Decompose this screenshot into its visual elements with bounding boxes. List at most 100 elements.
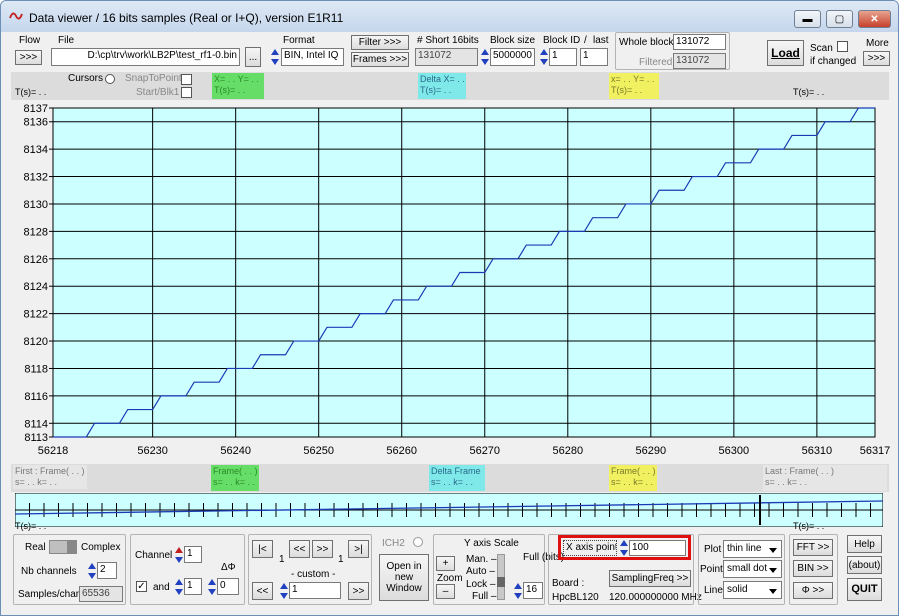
help-button[interactable]: Help: [847, 535, 882, 553]
cursor2-xy: x= . . Y= . .: [611, 74, 655, 84]
last-frame-title: Last : Frame( . . ): [765, 466, 835, 476]
overview-strip[interactable]: [15, 493, 883, 527]
nav-first-button[interactable]: |<: [252, 540, 273, 558]
and-label: and: [153, 582, 170, 593]
x-tick-label: 56218: [38, 445, 69, 457]
ich2-label: ICH2: [382, 538, 405, 549]
whole-block-field[interactable]: 131072: [673, 34, 726, 50]
custom-back-button[interactable]: <<: [252, 582, 273, 600]
close-button[interactable]: ✕: [858, 10, 891, 28]
point-label: Point: [700, 564, 723, 575]
quit-button[interactable]: QUIT: [847, 578, 882, 601]
format-field[interactable]: BIN, Intel IQ: [281, 48, 344, 66]
short16-field: 131072: [415, 48, 478, 66]
last-field[interactable]: 1: [580, 48, 608, 66]
cursor-t-left: T(s)= . .: [15, 87, 47, 97]
start-checkbox[interactable]: [181, 87, 192, 98]
frame2-title: Frame( . . ): [611, 466, 656, 476]
main-chart[interactable]: 56218 56230 56240 56250 56260 56270 56280 56290…: [1, 100, 898, 466]
xpoints-spinner[interactable]: [619, 539, 628, 557]
scan-checkbox[interactable]: [837, 41, 848, 52]
block-id-field[interactable]: 1: [549, 48, 577, 66]
window-title: Data viewer / 16 bits samples (Real or I…: [29, 11, 344, 25]
filter-button[interactable]: Filter >>>: [351, 35, 409, 50]
minimize-icon: ▬: [802, 13, 813, 25]
delta-x: Delta X= . .: [420, 74, 465, 84]
y-tick-label: 8116: [24, 391, 48, 403]
cursors-radio[interactable]: [105, 74, 115, 84]
custom-spinner[interactable]: [279, 582, 288, 600]
load-button[interactable]: Load: [767, 40, 804, 66]
start-label: Start/Blk1: [136, 87, 180, 98]
minimize-button[interactable]: ▬: [794, 10, 821, 28]
whole-block-label: Whole block: [619, 37, 674, 48]
x-tick-label: 56280: [552, 445, 583, 457]
snap-checkbox[interactable]: [181, 74, 192, 85]
y-tick-label: 8114: [24, 418, 48, 430]
and-checkbox[interactable]: ✓: [136, 581, 147, 592]
about-button[interactable]: (about): [847, 556, 882, 574]
channel-spinner[interactable]: [174, 546, 183, 564]
line-select[interactable]: solid: [723, 581, 782, 599]
nav-next-button[interactable]: >>: [312, 540, 333, 558]
cursor-t-right: T(s)= . .: [793, 87, 825, 97]
frames-button[interactable]: Frames >>>: [351, 52, 409, 67]
cursor1-xy: X= . . Y= . .: [214, 74, 259, 84]
open-window-button[interactable]: Open in new Window: [379, 554, 429, 601]
channel-field[interactable]: 1: [184, 546, 202, 563]
zoom-minus-button[interactable]: –: [436, 584, 455, 599]
sampling-freq-button[interactable]: SamplingFreq >>: [609, 570, 691, 587]
more-button[interactable]: >>>: [863, 51, 890, 66]
phi-button[interactable]: Φ >>: [793, 582, 833, 599]
maximize-icon: ▢: [834, 13, 845, 25]
ich2-radio[interactable]: [413, 537, 423, 547]
file-path-input[interactable]: D:\cp\trv\work\LB2P\test_rf1-0.bin: [51, 48, 240, 66]
plot-label: Plot: [704, 544, 722, 555]
maximize-button[interactable]: ▢: [826, 10, 853, 28]
and-spinner[interactable]: [174, 578, 183, 596]
format-label: Format: [283, 35, 315, 46]
complex-label: Complex: [81, 542, 121, 553]
point-select[interactable]: small dot: [723, 560, 782, 578]
xpoints-label: X axis points: [563, 540, 617, 556]
and-field[interactable]: 1: [184, 578, 202, 595]
plot-select[interactable]: thin line: [723, 540, 782, 558]
block-id-spinner[interactable]: [539, 48, 548, 66]
block-size-spinner[interactable]: [480, 48, 489, 66]
browse-button[interactable]: ...: [245, 47, 261, 67]
fullbits-spinner[interactable]: [513, 582, 522, 600]
filtered-field: 131072: [673, 53, 726, 69]
dphi-spinner[interactable]: [207, 578, 216, 596]
nb-channels-spinner[interactable]: [87, 562, 96, 580]
fullbits-field[interactable]: 16: [523, 582, 543, 599]
nav-prev-button[interactable]: <<: [289, 540, 310, 558]
overview-t-left: T(s)= . .: [15, 521, 47, 531]
board-label: Board :: [552, 578, 585, 589]
cursor2-t: T(s)= . .: [611, 85, 643, 95]
block-size-field[interactable]: 5000000: [490, 48, 535, 66]
x-tick-label: 56260: [386, 445, 417, 457]
y-tick-label: 8137: [24, 103, 48, 115]
last-frame-sk: s= . . k= . .: [765, 477, 808, 487]
nav-sub-right: 1: [338, 554, 344, 565]
more-label: More: [866, 38, 889, 49]
xpoints-field[interactable]: 100: [629, 540, 686, 556]
overview-t-right: T(s)= . .: [793, 521, 825, 531]
yscale-label: Y axis Scale: [464, 538, 519, 549]
nb-channels-field[interactable]: 2: [97, 562, 117, 579]
format-spinner[interactable]: [270, 48, 279, 66]
real-complex-toggle[interactable]: [49, 540, 77, 554]
nav-last-button[interactable]: >|: [348, 540, 369, 558]
flow-button[interactable]: >>>: [15, 50, 42, 65]
bin-button[interactable]: BIN >>: [793, 560, 833, 577]
delta-frame-readout: Delta Frame s= . . k= . .: [429, 465, 485, 491]
zoom-plus-button[interactable]: +: [436, 556, 455, 571]
frame2-readout: Frame( . . ) s= . . k= . .: [609, 465, 657, 491]
fft-button[interactable]: FFT >>: [793, 539, 833, 556]
yscale-slider[interactable]: [497, 554, 505, 600]
y-tick-label: 8128: [24, 226, 48, 238]
dphi-field[interactable]: 0: [217, 578, 239, 595]
custom-forward-button[interactable]: >>: [348, 582, 369, 600]
x-tick-label: 56240: [220, 445, 251, 457]
custom-field[interactable]: 1: [289, 582, 341, 599]
